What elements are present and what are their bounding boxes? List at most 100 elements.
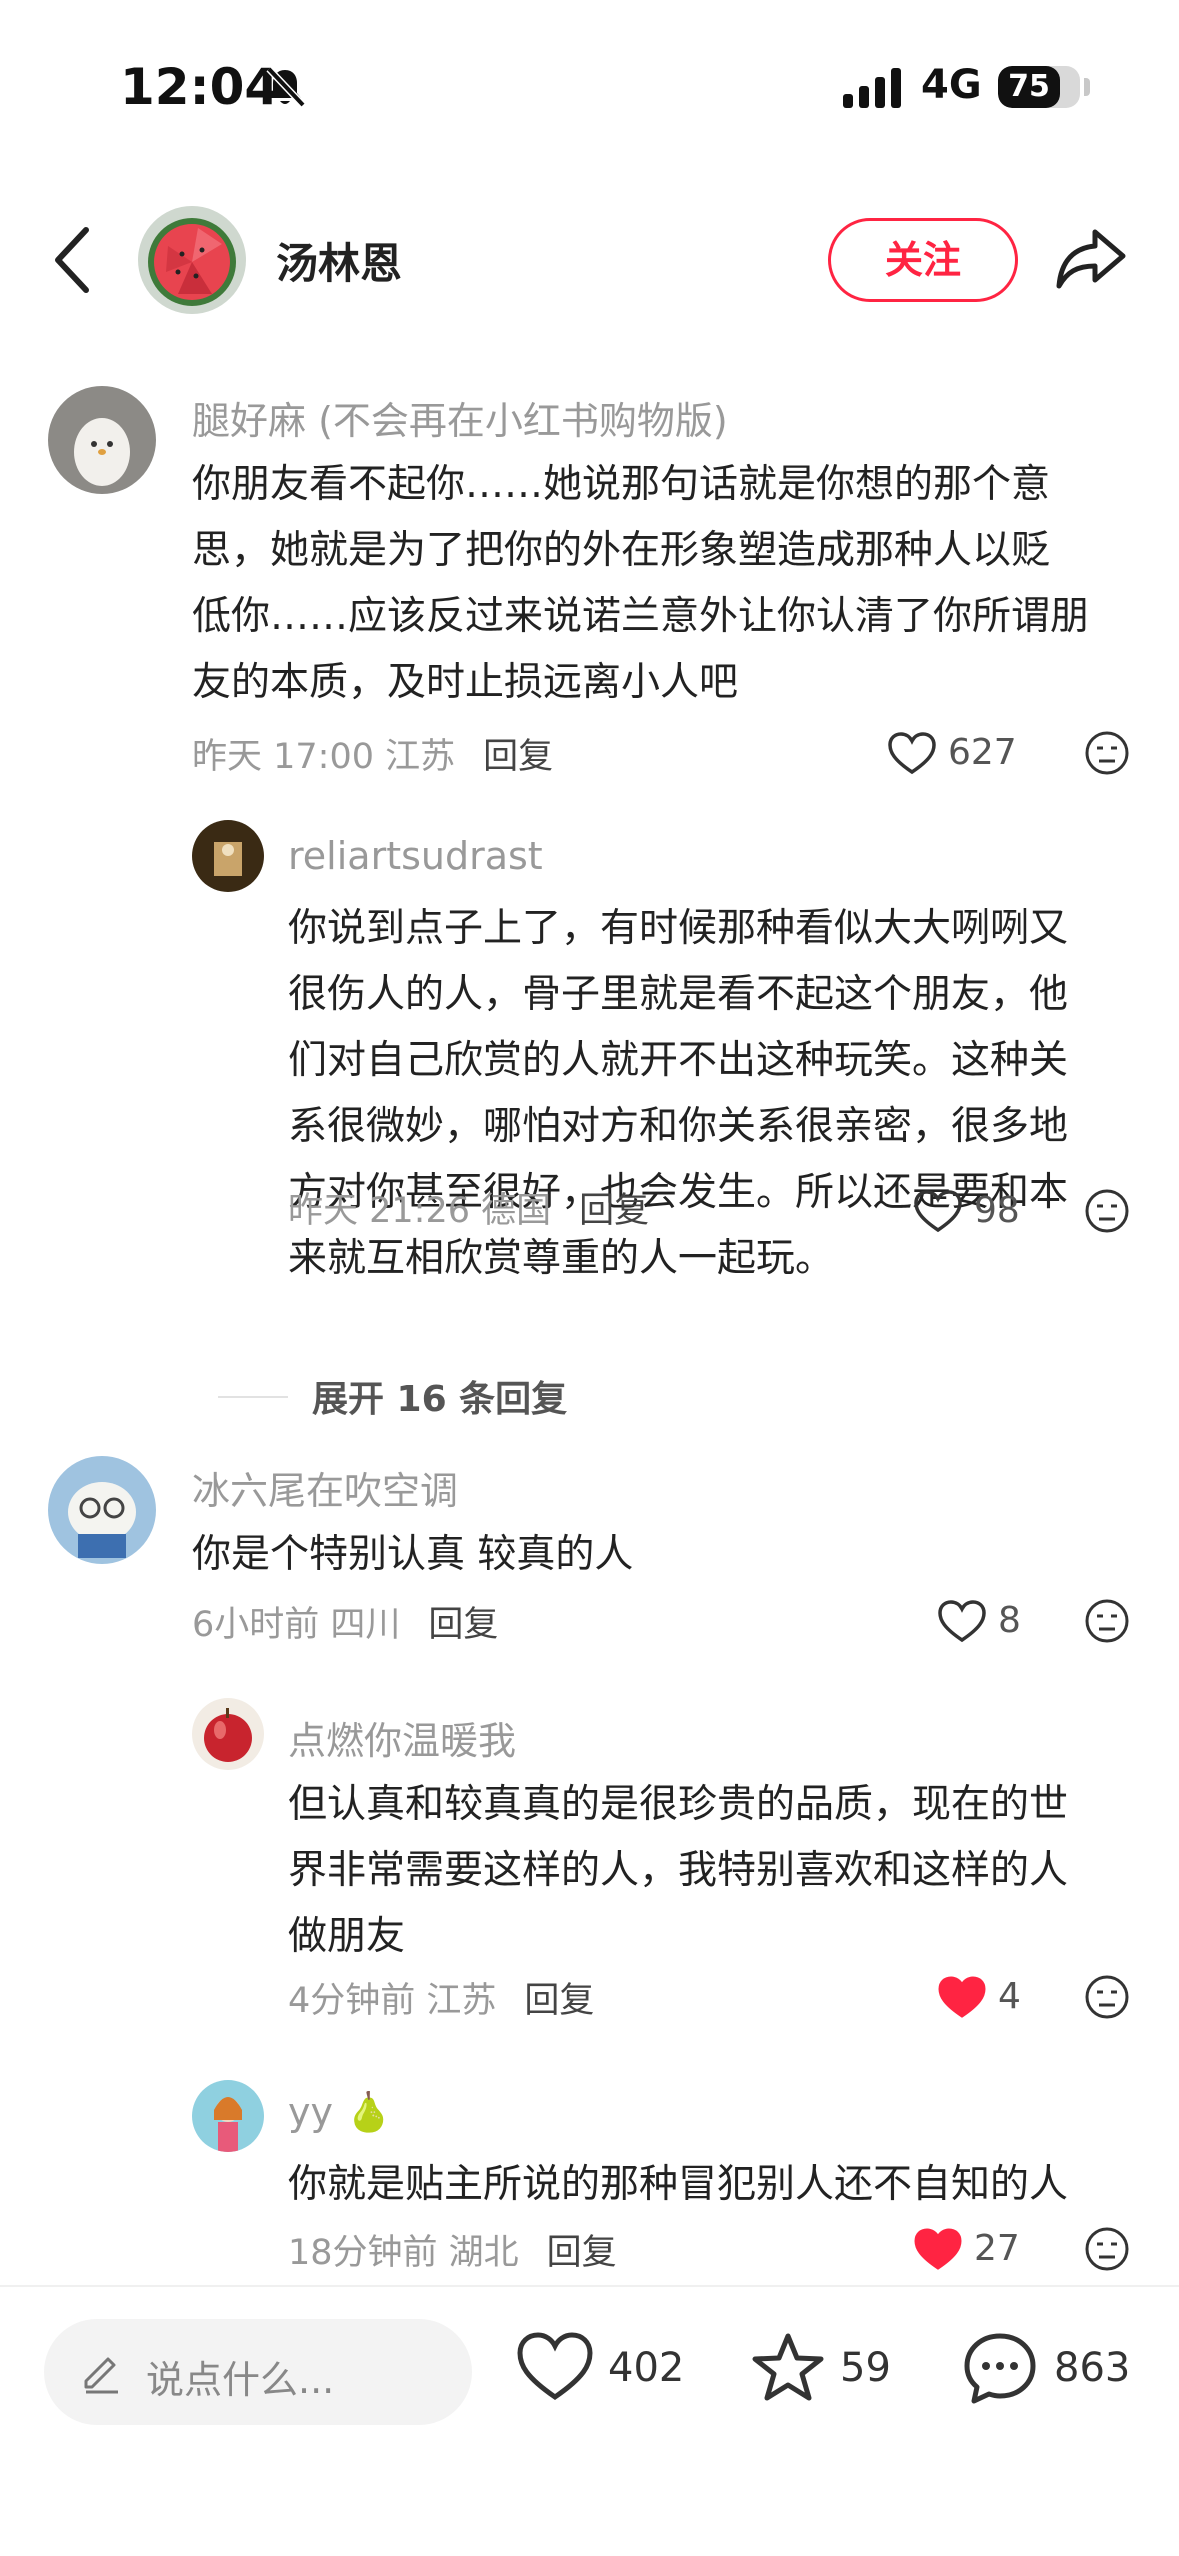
comment-line: 系很微妙，哪怕对方和你关系很亲密，很多地 <box>288 1104 1069 1149</box>
dislike-icon[interactable] <box>1084 1188 1130 1234</box>
commenter-name[interactable]: yy 🍐 <box>288 2090 392 2135</box>
comment-line: 你朋友看不起你……她说那句话就是你想的那个意 <box>192 462 1051 507</box>
reply-item: yy 🍐 你就是贴主所说的那种冒犯别人还不自知的人 18分钟前 湖北 回复 27 <box>0 2080 1179 2285</box>
follow-button[interactable]: 关注 <box>828 218 1018 302</box>
expand-replies-button[interactable]: 展开 16 条回复 <box>312 1370 567 1422</box>
commenter-name[interactable]: 腿好麻 (不会再在小红书购物版) <box>192 390 728 445</box>
nav-bar: 汤林恩 关注 <box>0 190 1179 330</box>
comment-post-button[interactable]: 863 <box>962 2331 1162 2411</box>
comment-line: 你说到点子上了，有时候那种看似大大咧咧又 <box>288 906 1069 951</box>
comment-meta: 18分钟前 湖北 回复 <box>288 2224 617 2275</box>
commenter-name-text: yy <box>288 2090 333 2134</box>
comment-time-location: 18分钟前 湖北 <box>288 2233 519 2273</box>
comment-line: 们对自己欣赏的人就开不出这种玩笑。这种关 <box>288 1038 1069 1083</box>
comment-time-location: 6小时前 四川 <box>192 1605 401 1645</box>
comment-time-location: 4分钟前 江苏 <box>288 1981 497 2021</box>
heart-icon <box>938 1600 986 1643</box>
comment-line: 友的本质，及时止损远离小人吧 <box>192 660 739 705</box>
share-icon[interactable] <box>1055 226 1127 292</box>
heart-filled-icon <box>914 2228 962 2270</box>
post-comment-count: 863 <box>1054 2345 1131 2391</box>
comment-line: 界非常需要这样的人，我特别喜欢和这样的人 <box>288 1848 1069 1893</box>
comment-line: 思，她就是为了把你的外在形象塑造成那种人以贬 <box>192 528 1051 573</box>
author-avatar[interactable] <box>138 206 246 314</box>
signal-icon <box>843 68 901 108</box>
commenter-avatar[interactable] <box>192 2080 264 2152</box>
comment-meta: 6小时前 四川 回复 <box>192 1596 498 1647</box>
reply-item: reliartsudrast 你说到点子上了，有时候那种看似大大咧咧又 很伤人的… <box>0 810 1179 1281</box>
like-button[interactable]: 98 <box>914 1186 1034 1236</box>
expand-divider <box>218 1396 288 1398</box>
battery-indicator: 75 <box>998 66 1080 108</box>
post-like-count: 402 <box>608 2345 685 2391</box>
heart-icon <box>914 1190 962 1233</box>
dislike-icon[interactable] <box>1084 1598 1130 1644</box>
dislike-icon[interactable] <box>1084 730 1130 776</box>
comment-line: 做朋友 <box>288 1914 406 1959</box>
commenter-avatar[interactable] <box>192 1698 264 1770</box>
comment-line: 低你……应该反过来说诺兰意外让你认清了你所谓朋 <box>192 594 1090 639</box>
like-button[interactable]: 4 <box>938 1972 1038 2022</box>
comment-time-location: 昨天 17:00 江苏 <box>192 737 456 777</box>
like-button[interactable]: 627 <box>888 728 1028 778</box>
commenter-avatar[interactable] <box>48 386 156 494</box>
girl-avatar-image <box>192 2080 264 2152</box>
reply-button[interactable]: 回复 <box>483 737 553 777</box>
collect-post-button[interactable]: 59 <box>750 2331 910 2411</box>
comment-item: 冰六尾在吹空调 你是个特别认真 较真的人 6小时前 四川 回复 8 <box>0 1456 1179 1650</box>
like-button[interactable]: 27 <box>914 2224 1034 2274</box>
network-label: 4G <box>921 62 982 108</box>
comment-line: 但认真和较真真的是很珍贵的品质，现在的世 <box>288 1782 1069 1827</box>
comment-meta: 昨天 21:26 德国 回复 <box>288 1182 649 1233</box>
comment-meta: 昨天 17:00 江苏 回复 <box>192 728 553 779</box>
battery-percent: 75 <box>1008 69 1050 104</box>
bottom-action-bar: 说点什么... 402 59 863 <box>0 2285 1179 2556</box>
reply-item: 点燃你温暖我 但认真和较真真的是很珍贵的品质，现在的世 界非常需要这样的人，我特… <box>0 1698 1179 2040</box>
like-post-button[interactable]: 402 <box>516 2331 696 2411</box>
comment-text: 但认真和较真真的是很珍贵的品质，现在的世 界非常需要这样的人，我特别喜欢和这样的… <box>288 1772 1148 1970</box>
commenter-name[interactable]: 点燃你温暖我 <box>288 1710 516 1765</box>
like-count: 8 <box>998 1600 1021 1641</box>
pen-icon <box>84 2357 118 2394</box>
comment-text: 你是个特别认真 较真的人 <box>192 1522 1142 1588</box>
commenter-avatar[interactable] <box>192 820 264 892</box>
comment-list: 腿好麻 (不会再在小红书购物版) 你朋友看不起你……她说那句话就是你想的那个意 … <box>0 370 1179 2285</box>
reply-button[interactable]: 回复 <box>428 1605 498 1645</box>
comment-item: 腿好麻 (不会再在小红书购物版) 你朋友看不起你……她说那句话就是你想的那个意 … <box>0 370 1179 810</box>
dislike-icon[interactable] <box>1084 2226 1130 2272</box>
heart-icon <box>517 2332 593 2401</box>
comment-text: 你就是贴主所说的那种冒犯别人还不自知的人 <box>288 2152 1148 2218</box>
like-count: 27 <box>974 2228 1020 2269</box>
photo-avatar-image <box>192 820 264 892</box>
commenter-avatar[interactable] <box>48 1456 156 1564</box>
post-star-count: 59 <box>840 2345 891 2391</box>
pear-emoji: 🍐 <box>345 2090 393 2134</box>
dislike-icon[interactable] <box>1084 1974 1130 2020</box>
comment-input-placeholder: 说点什么... <box>146 2358 335 2402</box>
like-count: 98 <box>974 1190 1020 1231</box>
reply-button[interactable]: 回复 <box>579 1191 649 1231</box>
like-count: 627 <box>948 732 1017 773</box>
reply-button[interactable]: 回复 <box>524 1981 594 2021</box>
heart-icon <box>888 732 936 775</box>
comment-text: 你朋友看不起你……她说那句话就是你想的那个意 思，她就是为了把你的外在形象塑造成… <box>192 452 1142 716</box>
heart-filled-icon <box>938 1976 986 2018</box>
reply-button[interactable]: 回复 <box>547 2233 617 2273</box>
ghost-avatar-image <box>48 386 156 494</box>
comment-line: 很伤人的人，骨子里就是看不起这个朋友，他 <box>288 972 1069 1017</box>
like-count: 4 <box>998 1976 1021 2017</box>
like-button[interactable]: 8 <box>938 1596 1038 1646</box>
comment-bubble-icon <box>964 2333 1036 2404</box>
author-name[interactable]: 汤林恩 <box>276 230 402 291</box>
status-bar: 12:04 4G 75 <box>0 0 1179 170</box>
comment-meta: 4分钟前 江苏 回复 <box>288 1972 594 2023</box>
star-icon <box>752 2333 824 2401</box>
plush-avatar-image <box>48 1456 156 1564</box>
watermelon-avatar-image <box>138 206 246 314</box>
commenter-name[interactable]: 冰六尾在吹空调 <box>192 1460 458 1515</box>
comment-input[interactable]: 说点什么... <box>44 2319 472 2425</box>
status-time: 12:04 <box>120 58 280 116</box>
commenter-name[interactable]: reliartsudrast <box>288 834 543 878</box>
comment-time-location: 昨天 21:26 德国 <box>288 1191 552 1231</box>
back-icon[interactable] <box>48 222 98 298</box>
